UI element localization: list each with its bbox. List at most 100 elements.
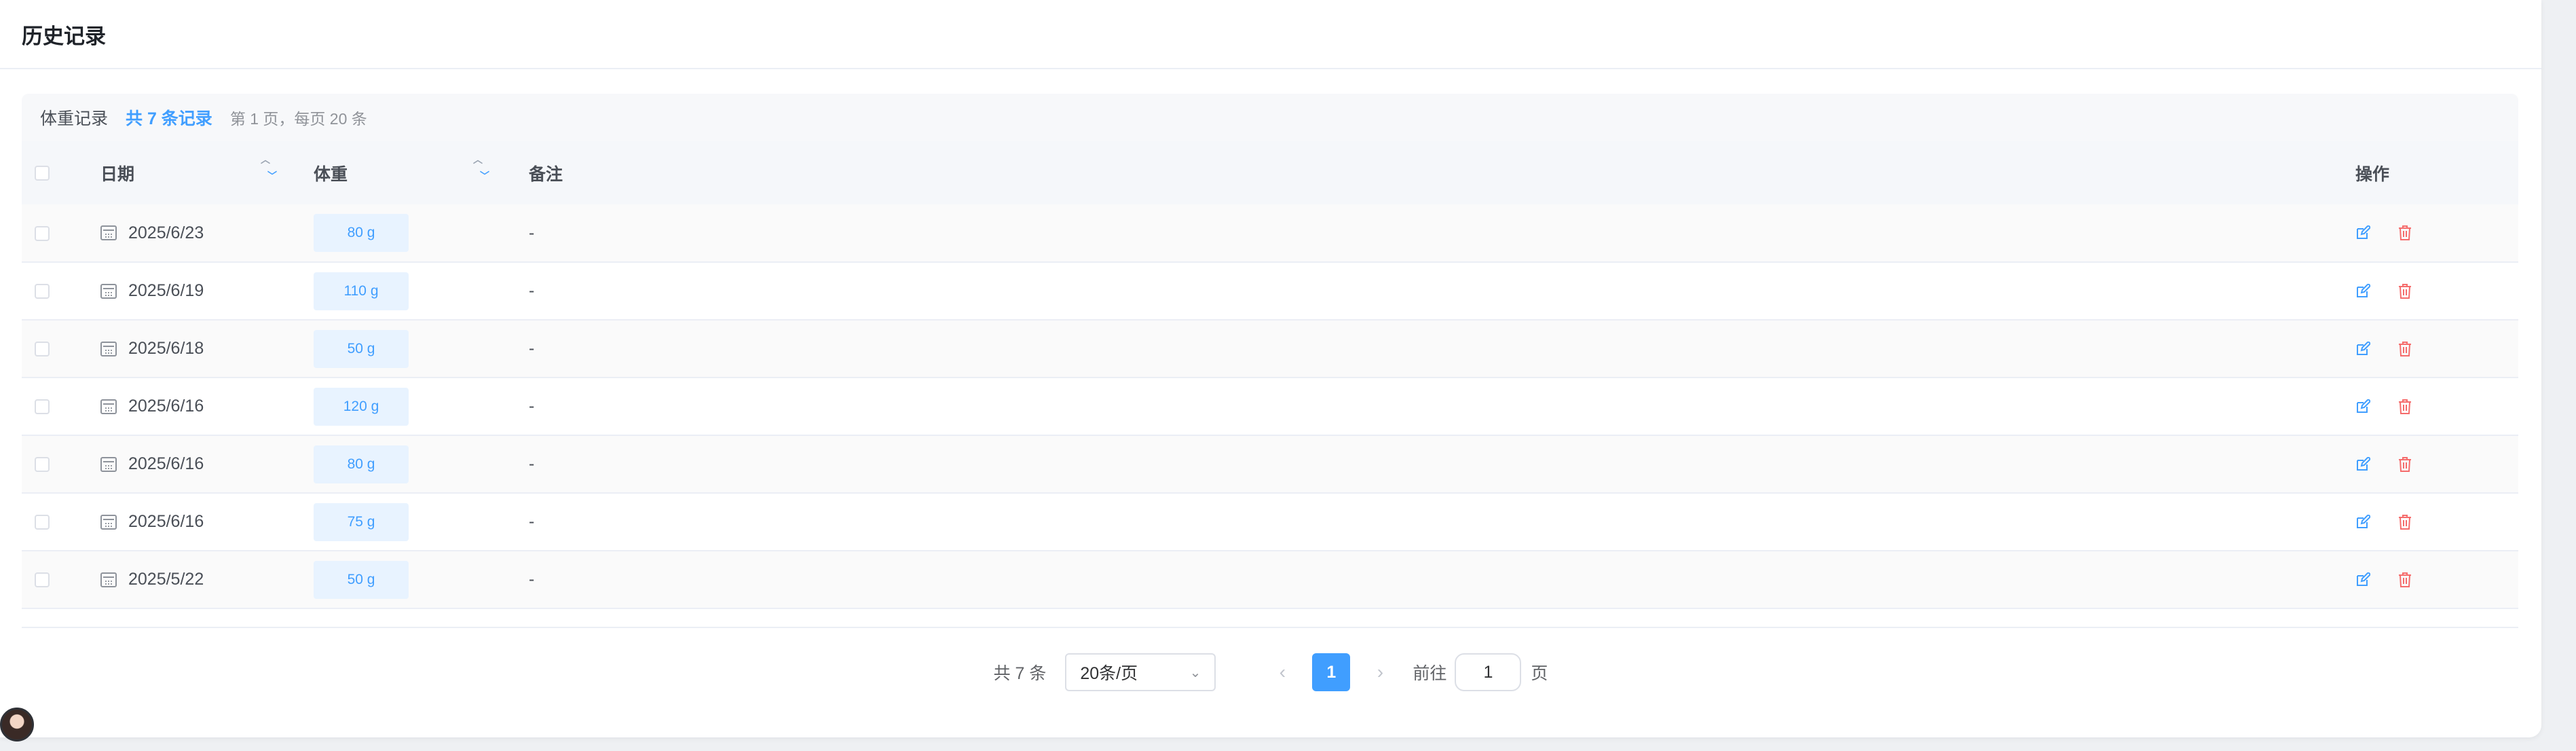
- calendar-icon: [100, 399, 117, 414]
- card-header: 历史记录: [0, 0, 2541, 69]
- history-card: 历史记录 体重记录 共 7 条记录 第 1 页，每页 20 条 日期 ︿ ﹀ 体…: [0, 0, 2541, 737]
- row-note: -: [529, 454, 535, 473]
- delete-icon[interactable]: [2397, 399, 2412, 415]
- column-header-date[interactable]: 日期 ︿ ﹀: [100, 141, 314, 204]
- row-note: -: [529, 512, 535, 531]
- page-title: 历史记录: [22, 24, 106, 48]
- sort-caret-date[interactable]: ︿ ﹀: [261, 155, 277, 181]
- edit-icon[interactable]: [2355, 225, 2370, 240]
- weight-tag: 110 g: [314, 272, 409, 310]
- row-checkbox[interactable]: [35, 399, 50, 415]
- ops-cell: [2355, 493, 2518, 551]
- ops-cell: [2355, 551, 2518, 608]
- row-select-cell: [22, 551, 100, 608]
- row-checkbox[interactable]: [35, 515, 50, 530]
- note-cell: -: [529, 493, 2355, 551]
- weight-table-wrap: 体重记录 共 7 条记录 第 1 页，每页 20 条 日期 ︿ ﹀ 体重 ︿ ﹀…: [22, 94, 2518, 609]
- date-cell: 2025/6/23: [100, 204, 314, 262]
- note-cell: -: [529, 551, 2355, 608]
- delete-icon[interactable]: [2397, 456, 2412, 473]
- column-label-note: 备注: [529, 164, 563, 184]
- table-title: 体重记录: [40, 109, 109, 128]
- ops-cell: [2355, 378, 2518, 435]
- page-size-select[interactable]: 20条/页 ⌄: [1065, 653, 1216, 691]
- row-checkbox[interactable]: [35, 342, 50, 357]
- row-date: 2025/6/16: [128, 454, 204, 473]
- table-row: 2025/5/22 50 g -: [22, 551, 2518, 608]
- weight-cell: 75 g: [314, 493, 529, 551]
- delete-icon[interactable]: [2397, 572, 2412, 588]
- row-date: 2025/6/18: [128, 339, 204, 358]
- row-note: -: [529, 397, 535, 416]
- row-checkbox[interactable]: [35, 572, 50, 588]
- row-date: 2025/6/23: [128, 223, 204, 242]
- sort-caret-weight[interactable]: ︿ ﹀: [473, 155, 489, 181]
- weight-tag: 120 g: [314, 387, 409, 426]
- calendar-icon: [100, 456, 117, 472]
- column-label-date: 日期: [100, 164, 135, 184]
- goto-page-input[interactable]: 1: [1455, 653, 1522, 691]
- table-row: 2025/6/16 80 g -: [22, 435, 2518, 493]
- edit-icon[interactable]: [2355, 456, 2370, 472]
- edit-icon[interactable]: [2355, 399, 2370, 414]
- table-body: 2025/6/23 80 g - 2025/6/19 110 g - 2025/6/18 50…: [22, 204, 2518, 608]
- weight-tag: 50 g: [314, 329, 409, 368]
- weight-cell: 50 g: [314, 551, 529, 608]
- row-date: 2025/5/22: [128, 570, 204, 589]
- user-avatar[interactable]: [0, 708, 34, 741]
- table-header-row: 日期 ︿ ﹀ 体重 ︿ ﹀ 备注 操作: [22, 141, 2518, 204]
- ops-cell: [2355, 204, 2518, 262]
- date-cell: 2025/6/18: [100, 320, 314, 378]
- sort-up-icon[interactable]: ︿: [261, 155, 277, 164]
- weight-tag: 75 g: [314, 502, 409, 541]
- row-select-cell: [22, 435, 100, 493]
- edit-icon[interactable]: [2355, 514, 2370, 530]
- column-header-weight[interactable]: 体重 ︿ ﹀: [314, 141, 529, 204]
- row-select-cell: [22, 378, 100, 435]
- prev-page-icon[interactable]: ‹: [1269, 661, 1296, 683]
- note-cell: -: [529, 204, 2355, 262]
- edit-icon[interactable]: [2355, 341, 2370, 356]
- sort-up-icon[interactable]: ︿: [473, 155, 489, 164]
- row-date: 2025/6/16: [128, 512, 204, 531]
- row-checkbox[interactable]: [35, 284, 50, 299]
- row-checkbox[interactable]: [35, 225, 50, 241]
- sort-down-icon[interactable]: ﹀: [480, 171, 489, 181]
- delete-icon[interactable]: [2397, 341, 2412, 357]
- delete-icon[interactable]: [2397, 283, 2412, 299]
- date-cell: 2025/5/22: [100, 551, 314, 608]
- edit-icon[interactable]: [2355, 572, 2370, 587]
- table-row: 2025/6/16 75 g -: [22, 493, 2518, 551]
- row-select-cell: [22, 493, 100, 551]
- select-all-cell: [22, 141, 100, 204]
- weight-cell: 120 g: [314, 378, 529, 435]
- pager-divider: [22, 627, 2518, 628]
- weight-tag: 80 g: [314, 445, 409, 483]
- row-note: -: [529, 281, 535, 300]
- row-note: -: [529, 223, 535, 242]
- weight-cell: 80 g: [314, 435, 529, 493]
- pagination-total: 共 7 条: [993, 664, 1047, 683]
- table-row: 2025/6/16 120 g -: [22, 378, 2518, 435]
- chevron-down-icon: ⌄: [1189, 665, 1201, 680]
- page-size-value: 20条/页: [1080, 664, 1138, 683]
- weight-table: 日期 ︿ ﹀ 体重 ︿ ﹀ 备注 操作 2025/6/23 80 g - 202…: [22, 141, 2518, 609]
- delete-icon[interactable]: [2397, 225, 2412, 241]
- delete-icon[interactable]: [2397, 514, 2412, 530]
- date-cell: 2025/6/16: [100, 435, 314, 493]
- note-cell: -: [529, 378, 2355, 435]
- weight-tag: 80 g: [314, 214, 409, 252]
- row-select-cell: [22, 204, 100, 262]
- row-select-cell: [22, 262, 100, 320]
- record-count: 共 7 条记录: [126, 109, 212, 128]
- goto-label: 前往: [1413, 664, 1447, 683]
- note-cell: -: [529, 435, 2355, 493]
- row-checkbox[interactable]: [35, 457, 50, 473]
- sort-down-icon[interactable]: ﹀: [267, 171, 277, 181]
- next-page-icon[interactable]: ›: [1366, 661, 1394, 683]
- page-number-current[interactable]: 1: [1312, 653, 1351, 691]
- ops-cell: [2355, 435, 2518, 493]
- select-all-checkbox[interactable]: [35, 166, 50, 181]
- edit-icon[interactable]: [2355, 283, 2370, 299]
- calendar-icon: [100, 572, 117, 587]
